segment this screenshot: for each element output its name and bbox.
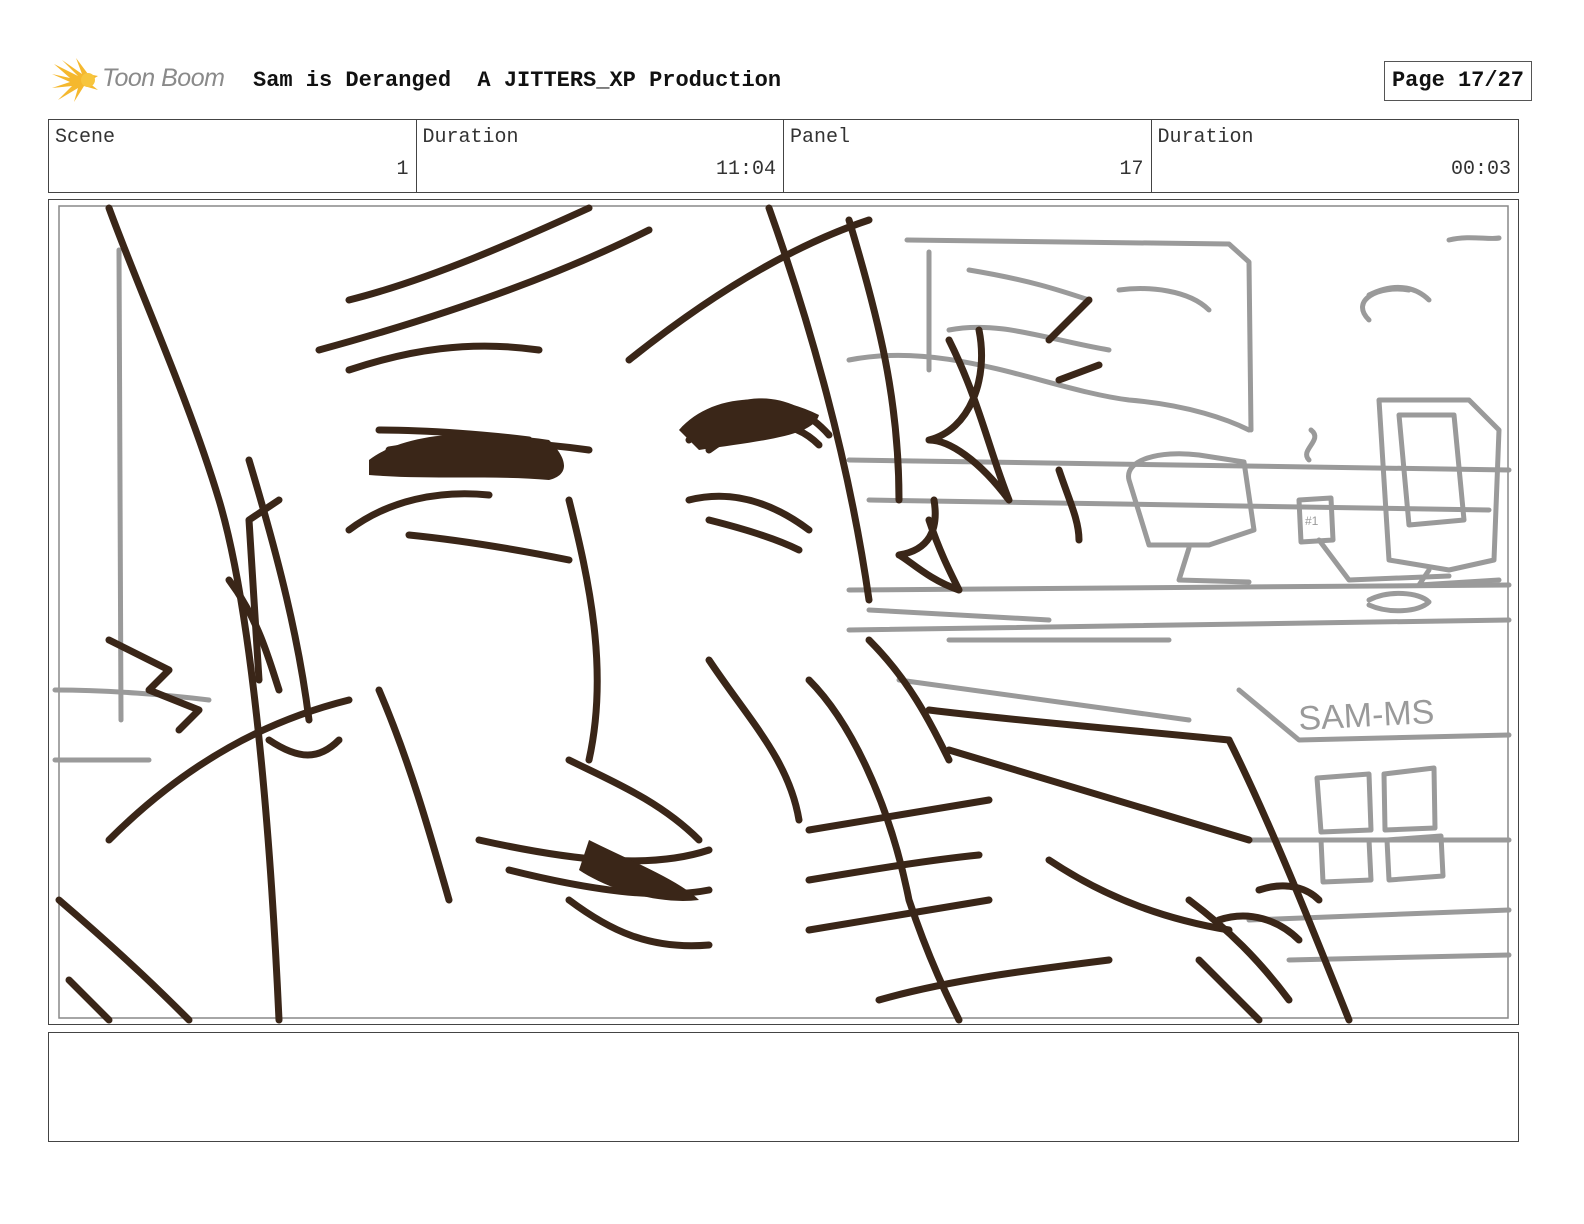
starburst-icon <box>52 58 98 102</box>
sign-text: SAM-MS <box>1297 693 1435 738</box>
panel-duration-label: Duration <box>1157 126 1254 149</box>
scene-duration-cell: Duration 11:04 <box>415 120 784 192</box>
logo-text: Toon Boom <box>102 64 225 92</box>
panel-notes-box <box>48 1032 1519 1142</box>
scene-cell: Scene 1 <box>49 120 416 192</box>
panel-label: Panel <box>790 126 851 149</box>
office-background <box>52 235 1512 963</box>
project-title: Sam is Deranged A JITTERS_XP Production <box>253 68 782 93</box>
panel-duration-value: 00:03 <box>1450 158 1511 181</box>
panel-sketch: SAM-MS #1 <box>52 204 1512 1024</box>
panel-duration-cell: Duration 00:03 <box>1150 120 1519 192</box>
scene-value: 1 <box>396 158 409 181</box>
page-number: Page 17/27 <box>1383 61 1532 101</box>
scene-info-table: Scene 1 Duration 11:04 Panel 17 Duration… <box>48 119 1519 193</box>
storyboard-panel: SAM-MS #1 <box>48 199 1519 1025</box>
scene-label: Scene <box>55 126 116 149</box>
scene-duration-label: Duration <box>422 126 519 149</box>
panel-cell: Panel 17 <box>783 120 1151 192</box>
scene-duration-value: 11:04 <box>715 158 776 181</box>
mug-text: #1 <box>1305 514 1319 528</box>
toon-boom-logo: Toon Boom <box>52 56 242 106</box>
storyboard-header: Toon Boom Sam is Deranged A JITTERS_XP P… <box>52 56 1532 106</box>
character-sketch <box>55 204 1353 1024</box>
panel-value: 17 <box>1119 158 1144 181</box>
